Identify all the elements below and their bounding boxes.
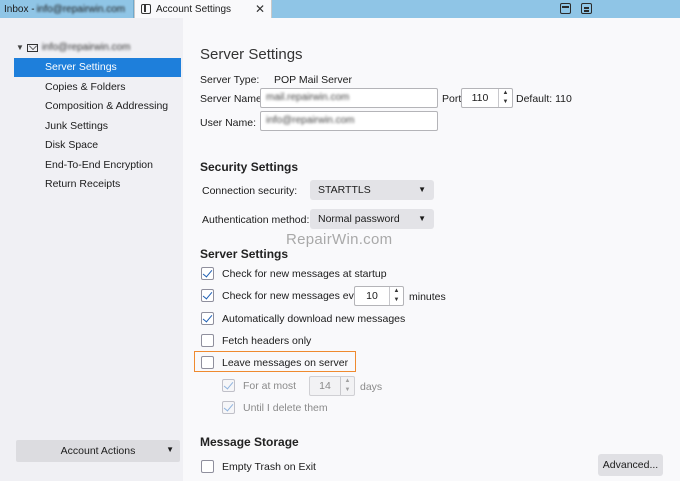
port-value: 110 [471,92,489,104]
sidebar-item-e2e-encryption[interactable]: End-To-End Encryption [14,156,181,175]
settings-tab-icon [141,4,151,14]
sidebar-item-server-settings[interactable]: Server Settings [14,58,181,77]
user-name-field[interactable]: info@repairwin.com [260,111,438,131]
server-type-label: Server Type: [200,74,260,86]
server-name-label: Server Name: [200,93,265,105]
for-at-most-option[interactable]: For at most [222,379,296,392]
connection-security-value: STARTTLS [318,184,371,196]
server-name-field[interactable]: mail.repairwin.com [260,88,438,108]
chevron-down-icon[interactable]: ▼ [390,296,403,305]
chevron-down-icon: ▼ [418,185,426,194]
account-actions-label: Account Actions [60,445,136,457]
tab-account-settings[interactable]: Account Settings ✕ [134,0,272,18]
connection-security-label: Connection security: [202,185,298,197]
auto-download-label: Automatically download new messages [222,312,406,325]
server-settings-section-title: Server Settings [200,247,289,261]
leave-on-server-label: Leave messages on server [222,356,349,369]
auth-method-label: Authentication method: [202,214,310,226]
chevron-down-icon[interactable]: ▼ [16,43,24,52]
connection-security-select[interactable]: STARTTLS ▼ [310,180,434,200]
tab-account-settings-label: Account Settings [156,3,232,15]
fetch-headers-label: Fetch headers only [222,334,312,347]
chevron-up-icon[interactable]: ▲ [341,377,354,386]
check-every-label: Check for new messages every [222,289,369,302]
stepper-arrows[interactable]: ▲ ▼ [498,89,512,107]
stepper-arrows[interactable]: ▲ ▼ [340,377,354,395]
port-stepper[interactable]: 110 ▲ ▼ [461,88,513,108]
empty-trash-label: Empty Trash on Exit [222,460,316,473]
tab-toolbar-icons [560,3,592,14]
user-name-value: info@repairwin.com [266,115,355,126]
tab-inbox[interactable]: Inbox - info@repairwin.com [0,0,134,18]
empty-trash-option[interactable]: Empty Trash on Exit [201,460,316,473]
until-delete-label: Until I delete them [243,401,328,414]
auth-method-select[interactable]: Normal password ▼ [310,209,434,229]
message-storage-title: Message Storage [200,435,299,449]
advanced-button[interactable]: Advanced... [598,454,663,476]
account-tree-node[interactable]: ▼ info@repairwin.com [16,42,130,53]
check-startup-checkbox[interactable] [201,267,214,280]
server-type-value: POP Mail Server [274,74,352,86]
sidebar-item-composition[interactable]: Composition & Addressing [14,97,181,116]
until-delete-option[interactable]: Until I delete them [222,401,328,414]
auto-download-option[interactable]: Automatically download new messages [201,312,405,325]
sidebar-item-junk[interactable]: Junk Settings [14,117,181,136]
chevron-up-icon[interactable]: ▲ [499,89,512,98]
check-interval-value: 10 [366,290,378,302]
days-stepper[interactable]: 14 ▲ ▼ [309,376,355,396]
fetch-headers-option[interactable]: Fetch headers only [201,334,311,347]
chevron-down-icon[interactable]: ▼ [341,386,354,395]
account-email: info@repairwin.com [41,42,131,53]
check-every-option[interactable]: Check for new messages every [201,289,368,302]
stepper-arrows[interactable]: ▲ ▼ [389,287,403,305]
for-at-most-checkbox[interactable] [222,379,235,392]
chevron-up-icon[interactable]: ▲ [390,287,403,296]
tasks-icon[interactable] [581,3,592,14]
check-every-checkbox[interactable] [201,289,214,302]
user-name-label: User Name: [200,117,257,129]
empty-trash-checkbox[interactable] [201,460,214,473]
sidebar-item-copies-folders[interactable]: Copies & Folders [14,78,181,97]
check-interval-stepper[interactable]: 10 ▲ ▼ [354,286,404,306]
chevron-down-icon: ▼ [418,214,426,223]
page-title: Server Settings [200,46,303,63]
close-icon[interactable]: ✕ [255,2,265,16]
account-actions-button[interactable]: Account Actions ▼ [16,440,180,462]
watermark: RepairWin.com [286,231,393,248]
sidebar-item-return-receipts[interactable]: Return Receipts [14,175,181,194]
sidebar-item-disk-space[interactable]: Disk Space [14,136,181,155]
server-name-value: mail.repairwin.com [266,92,350,103]
check-startup-label: Check for new messages at startup [222,267,387,280]
tab-inbox-account: info@repairwin.com [36,3,126,15]
for-at-most-label: For at most [243,379,297,392]
check-startup-option[interactable]: Check for new messages at startup [201,267,387,280]
leave-on-server-option[interactable]: Leave messages on server [201,356,348,369]
chevron-down-icon[interactable]: ▼ [499,98,512,107]
days-unit: days [360,381,383,393]
check-interval-unit: minutes [409,291,446,303]
account-settings-sidebar: ▼ info@repairwin.com Server Settings Cop… [0,18,183,481]
envelope-icon [26,43,38,52]
tab-bar: Inbox - info@repairwin.com Account Setti… [0,0,680,18]
leave-on-server-checkbox[interactable] [201,356,214,369]
calendar-icon[interactable] [560,3,571,14]
chevron-down-icon: ▼ [166,445,174,454]
auto-download-checkbox[interactable] [201,312,214,325]
security-settings-title: Security Settings [200,160,299,174]
auth-method-value: Normal password [318,213,400,225]
port-default-label: Default: 110 [516,93,572,105]
fetch-headers-checkbox[interactable] [201,334,214,347]
server-settings-panel: Server Settings Server Type: POP Mail Se… [183,18,680,481]
days-value: 14 [319,380,331,392]
tab-inbox-label: Inbox - [4,3,35,15]
until-delete-checkbox[interactable] [222,401,235,414]
